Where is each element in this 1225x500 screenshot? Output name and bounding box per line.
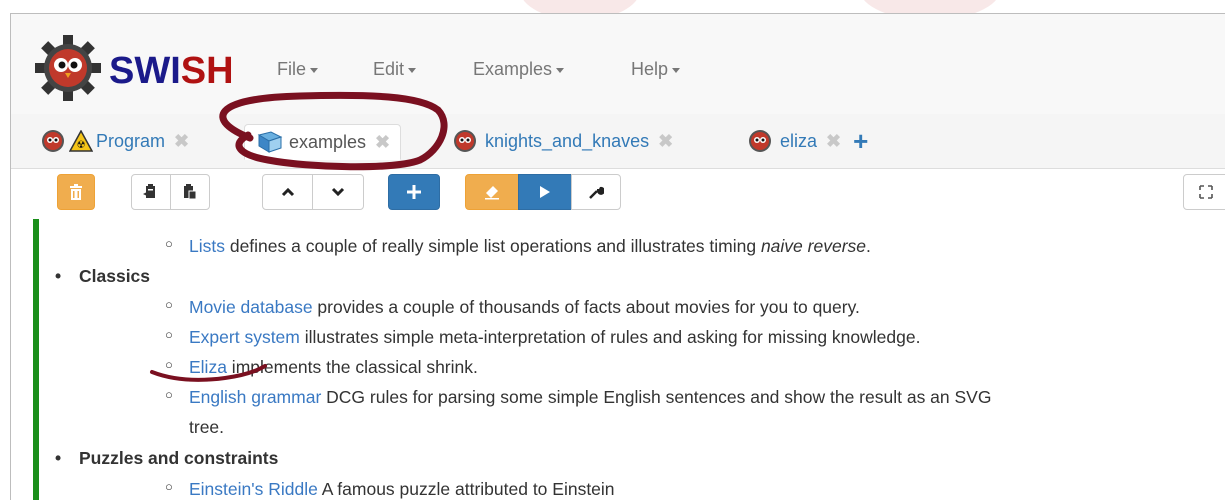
run-button[interactable] (518, 174, 572, 210)
caret-down-icon (310, 67, 319, 73)
swish-window: SWISH File Edit Examples Help ☢ Program … (10, 13, 1225, 500)
list-item-eliza: ○ Eliza implements the classical shrink. (165, 357, 478, 378)
tab-examples[interactable]: examples ✖ (244, 124, 402, 160)
list-item-text: implements the classical shrink. (226, 357, 478, 377)
list-item-einstein: ○ Einstein's Riddle A famous puzzle attr… (165, 479, 615, 500)
menu-edit[interactable]: Edit (373, 59, 417, 80)
menu-examples-label: Examples (473, 59, 553, 79)
menu-help-label: Help (631, 59, 669, 79)
plus-icon (407, 185, 421, 199)
menu-help[interactable]: Help (631, 59, 681, 80)
list-item-english-grammar: ○ English grammar DCG rules for parsing … (165, 387, 992, 408)
swish-owl-icon (42, 130, 64, 152)
tab-program[interactable]: ☢ Program ✖ (41, 124, 189, 158)
list-item-end: . (866, 236, 871, 256)
new-tab-plus-icon[interactable]: + (853, 128, 868, 154)
bullet-icon: ○ (165, 327, 173, 342)
close-icon[interactable]: ✖ (658, 131, 673, 152)
bullet-icon: ○ (165, 479, 173, 494)
bullet-icon: ○ (165, 236, 173, 251)
link-einstein[interactable]: Einstein's Riddle (189, 479, 318, 499)
svg-text:☢: ☢ (77, 140, 86, 151)
bullet-icon: ○ (165, 357, 173, 372)
warning-icon: ☢ (69, 130, 93, 152)
list-item-italic: naive reverse (760, 236, 867, 256)
wrench-icon (589, 186, 604, 199)
list-item-text: defines a couple of really simple list o… (224, 236, 761, 256)
brand-part-1: SWI (109, 50, 181, 92)
list-item-expert-system: ○ Expert system illustrates simple meta-… (165, 327, 921, 348)
close-icon[interactable]: ✖ (375, 132, 390, 153)
trash-icon (70, 184, 82, 200)
move-down-button[interactable] (312, 174, 364, 210)
tab-eliza-label: eliza (780, 130, 818, 151)
caret-down-icon (672, 67, 681, 73)
list-item-movie-database: ○ Movie database provides a couple of th… (165, 297, 860, 318)
list-item-wrap: tree. (189, 417, 225, 437)
tab-bar: ☢ Program ✖ examples ✖ knights_and_knave… (11, 114, 1225, 169)
fullscreen-button[interactable] (1183, 174, 1225, 210)
link-lists[interactable]: Lists (189, 236, 225, 256)
list-item-text: illustrates simple meta-interpretation o… (299, 327, 921, 347)
fullscreen-icon (1199, 185, 1213, 199)
heading-puzzles: Puzzles and constraints (55, 448, 278, 469)
caret-down-icon (556, 67, 565, 73)
bullet-icon: ○ (165, 387, 173, 402)
move-up-button[interactable] (262, 174, 313, 210)
swish-owl-icon (454, 130, 476, 152)
menu-edit-label: Edit (373, 59, 405, 79)
link-eliza[interactable]: Eliza (189, 357, 227, 377)
swish-owl-icon (749, 130, 771, 152)
settings-button[interactable] (571, 174, 621, 210)
insert-cell-button[interactable] (388, 174, 440, 210)
paste-icon (184, 184, 197, 200)
navbar: SWISH File Edit Examples Help (11, 14, 1225, 115)
notebook-icon (257, 131, 283, 153)
list-item-lists: ○ Lists defines a couple of really simpl… (165, 236, 871, 257)
arrow-up-icon (281, 187, 294, 197)
menu-examples[interactable]: Examples (473, 59, 565, 80)
tab-knights-label: knights_and_knaves (485, 130, 650, 151)
brand-title[interactable]: SWISH (109, 51, 234, 91)
link-movie-database[interactable]: Movie database (189, 297, 313, 317)
heading-classics: Classics (55, 266, 150, 287)
paste-cell-button[interactable] (170, 174, 210, 210)
copy-icon (143, 184, 155, 198)
tab-examples-label: examples (289, 131, 367, 152)
eraser-icon (485, 186, 499, 200)
link-english-grammar[interactable]: English grammar (189, 387, 321, 407)
swish-logo-icon (35, 35, 101, 101)
brand-part-2: SH (180, 50, 234, 92)
link-expert-system[interactable]: Expert system (189, 327, 300, 347)
notebook-markdown-cell: ○ Lists defines a couple of really simpl… (33, 219, 1225, 500)
cell-toolbar (11, 169, 1225, 219)
clear-output-button[interactable] (465, 174, 519, 210)
play-icon (540, 186, 550, 198)
arrow-down-icon (331, 187, 345, 197)
list-item-text: A famous puzzle attributed to Einstein (317, 479, 615, 499)
list-item-text: provides a couple of thousands of facts … (312, 297, 860, 317)
copy-cell-button[interactable] (131, 174, 171, 210)
close-icon[interactable]: ✖ (174, 131, 189, 152)
menu-file[interactable]: File (277, 59, 319, 80)
delete-cell-button[interactable] (57, 174, 95, 210)
caret-down-icon (408, 67, 417, 73)
tab-knights-and-knaves[interactable]: knights_and_knaves ✖ (453, 124, 673, 158)
menu-file-label: File (277, 59, 307, 79)
bullet-icon: ○ (165, 297, 173, 312)
tab-program-label: Program (96, 130, 166, 151)
tab-eliza[interactable]: eliza ✖ + (748, 124, 868, 158)
close-icon[interactable]: ✖ (826, 131, 841, 152)
list-item-text: DCG rules for parsing some simple Englis… (321, 387, 992, 407)
